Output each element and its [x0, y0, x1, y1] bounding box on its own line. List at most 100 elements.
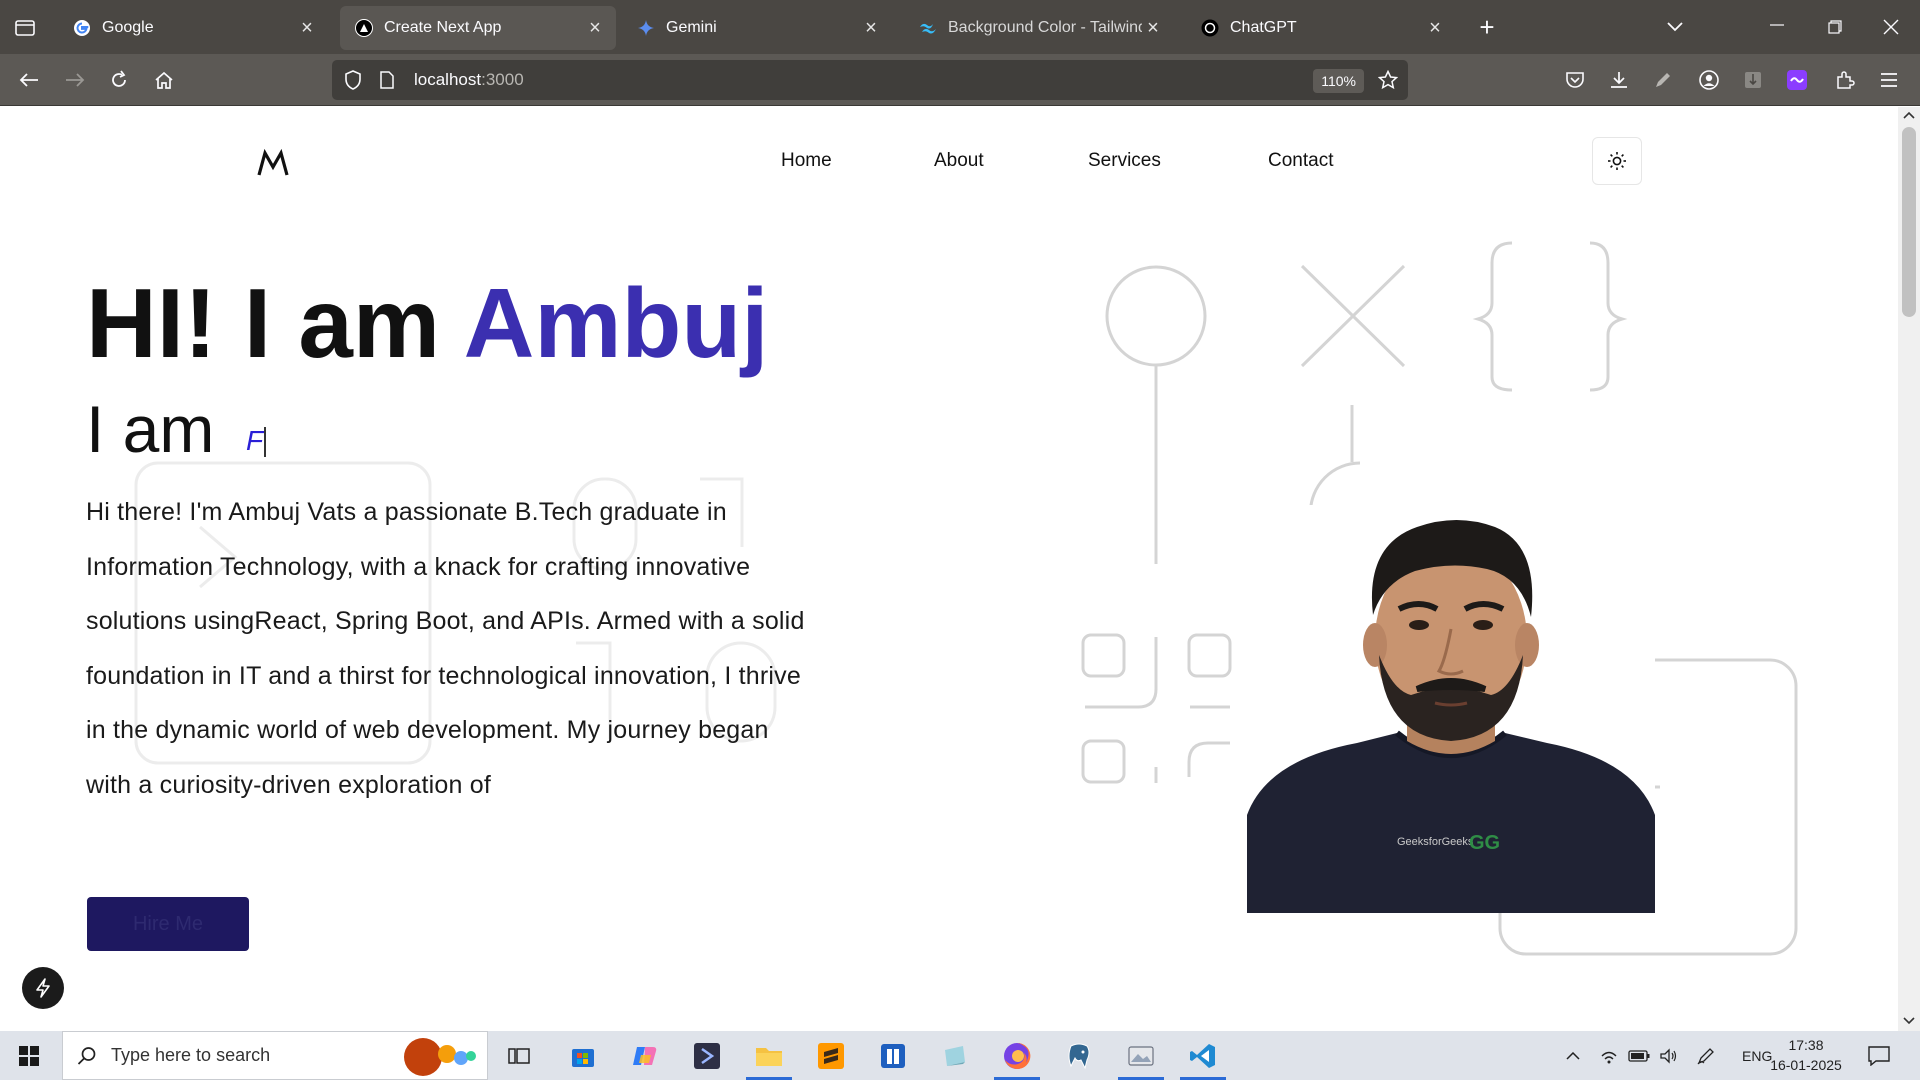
postgresql-icon[interactable] [1062, 1039, 1096, 1073]
shield-icon[interactable] [344, 70, 366, 90]
tab-create-next-app[interactable]: Create Next App × [340, 6, 616, 50]
scroll-down-icon[interactable] [1903, 1017, 1915, 1025]
pen-input-icon[interactable] [1690, 1046, 1722, 1066]
clock-date: 16-01-2025 [1770, 1057, 1842, 1073]
svg-text:GG: GG [1469, 832, 1500, 854]
address-bar[interactable]: localhost :3000 110% [332, 60, 1408, 100]
tab-title: Gemini [666, 19, 717, 36]
forward-icon[interactable] [60, 65, 90, 95]
show-hidden-icons-chevron-icon[interactable] [1560, 1051, 1586, 1060]
chatgpt-icon [1200, 18, 1220, 38]
tab-google[interactable]: Google × [58, 6, 328, 50]
file-explorer-icon[interactable] [746, 1039, 792, 1080]
typewriter-text: F [246, 425, 264, 456]
vscode-icon[interactable] [1180, 1039, 1226, 1080]
url-port: :3000 [481, 70, 524, 89]
tailwind-icon [918, 18, 938, 38]
tab-chatgpt[interactable]: ChatGPT × [1186, 6, 1456, 50]
home-icon[interactable] [149, 65, 179, 95]
pen-icon[interactable] [1648, 65, 1678, 95]
nav-link-about[interactable]: About [934, 150, 984, 172]
search-icon [77, 1046, 96, 1065]
battery-icon[interactable] [1624, 1049, 1654, 1062]
browser-tab-bar: Google × Create Next App × Gemini × Back… [0, 0, 1920, 54]
taskbar-search-box[interactable]: Type here to search [62, 1031, 488, 1080]
notes-app-icon[interactable] [876, 1039, 910, 1073]
theme-toggle-button[interactable] [1592, 137, 1642, 185]
back-icon[interactable] [14, 65, 44, 95]
windows-start-icon[interactable] [12, 1039, 46, 1073]
network-icon[interactable] [1594, 1048, 1624, 1064]
profile-photo: GeeksforGeeks GG [1247, 505, 1655, 913]
tab-gemini[interactable]: Gemini × [622, 6, 892, 50]
system-tray: ENG [1560, 1031, 1772, 1080]
page-scrollbar[interactable] [1898, 107, 1920, 1031]
tab-title: Create Next App [384, 19, 502, 36]
bookmark-star-icon[interactable] [1378, 70, 1398, 90]
gemini-icon [636, 18, 656, 38]
photos-app-icon[interactable] [1118, 1039, 1164, 1080]
pocket-icon[interactable] [1560, 65, 1590, 95]
clock-time: 17:38 [1788, 1037, 1824, 1053]
menu-hamburger-icon[interactable] [1874, 65, 1904, 95]
google-icon [72, 18, 92, 38]
browser-toolbar: localhost :3000 110% [0, 54, 1920, 106]
taskbar-clock[interactable]: 17:38 16-01-2025 [1768, 1035, 1844, 1075]
nav-link-services[interactable]: Services [1088, 150, 1161, 172]
tab-tailwind[interactable]: Background Color - Tailwind CSS × [904, 6, 1174, 50]
copilot-icon[interactable] [628, 1039, 662, 1073]
dev-tools-lightning-button[interactable] [22, 967, 64, 1009]
url-host: localhost [414, 70, 482, 89]
firefox-icon[interactable] [994, 1039, 1040, 1080]
close-tab-icon[interactable]: × [584, 17, 606, 40]
page-info-icon[interactable] [380, 71, 400, 89]
volume-icon[interactable] [1654, 1047, 1684, 1064]
close-tab-icon[interactable]: × [1142, 17, 1164, 40]
tab-title: Google [102, 19, 154, 36]
lightning-icon [36, 978, 50, 998]
minimize-icon[interactable] [1762, 10, 1792, 40]
page-viewport: Home About Services Contact HI! I am Amb… [0, 107, 1898, 1031]
extension-archive-icon[interactable] [1738, 65, 1768, 95]
hero-greeting: HI! I am [86, 268, 464, 378]
extension-purple-icon[interactable] [1782, 65, 1812, 95]
extensions-puzzle-icon[interactable] [1830, 65, 1860, 95]
hero-heading: HI! I am Ambuj [86, 267, 768, 380]
scrollbar-thumb[interactable] [1902, 127, 1916, 317]
notifications-icon[interactable] [1862, 1039, 1896, 1073]
microsoft-store-icon[interactable] [566, 1039, 600, 1073]
nextjs-icon [354, 18, 374, 38]
reload-icon[interactable] [104, 65, 134, 95]
sun-icon [1608, 152, 1626, 170]
new-tab-icon[interactable]: + [1472, 12, 1502, 42]
hero-bio: Hi there! I'm Ambuj Vats a passionate B.… [86, 498, 805, 799]
url-text[interactable]: localhost :3000 [414, 70, 524, 90]
hire-me-button[interactable]: Hire Me [87, 897, 249, 951]
account-icon[interactable] [1694, 65, 1724, 95]
visual-studio-icon[interactable] [690, 1039, 724, 1073]
scroll-up-icon[interactable] [1903, 111, 1915, 119]
svg-text:GeeksforGeeks: GeeksforGeeks [1397, 836, 1474, 848]
close-tab-icon[interactable]: × [296, 17, 318, 40]
close-tab-icon[interactable]: × [1424, 17, 1446, 40]
hero-name: Ambuj [463, 268, 769, 378]
close-tab-icon[interactable]: × [860, 17, 882, 40]
tab-overview-icon[interactable] [10, 12, 40, 42]
nav-link-home[interactable]: Home [781, 150, 832, 172]
site-logo-icon[interactable] [256, 145, 290, 179]
planets-widget-icon[interactable] [395, 1036, 481, 1078]
nav-link-contact[interactable]: Contact [1268, 150, 1333, 172]
screen: Google × Create Next App × Gemini × Back… [0, 0, 1920, 1080]
restore-icon[interactable] [1820, 12, 1850, 42]
search-placeholder: Type here to search [111, 1045, 271, 1065]
sticky-notes-icon[interactable] [938, 1039, 972, 1073]
task-view-icon[interactable] [502, 1039, 536, 1073]
list-tabs-chevron-icon[interactable] [1660, 12, 1690, 42]
downloads-icon[interactable] [1604, 65, 1634, 95]
tab-title: ChatGPT [1230, 19, 1297, 36]
sublime-text-icon[interactable] [814, 1039, 848, 1073]
zoom-level[interactable]: 110% [1313, 69, 1364, 93]
typewriter-cursor [264, 427, 266, 457]
close-window-icon[interactable] [1876, 12, 1906, 42]
tab-title: Background Color - Tailwind CSS [948, 19, 1142, 36]
